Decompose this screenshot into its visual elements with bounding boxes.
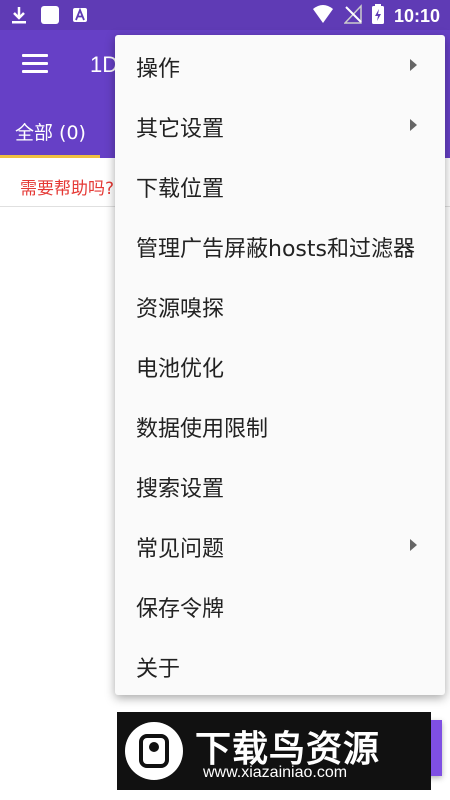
battery-charging-icon [371,4,384,28]
square-icon [40,5,60,29]
help-link[interactable]: 需要帮助吗? [20,174,114,199]
menu-item-search-settings[interactable]: 搜索设置 [115,455,445,515]
watermark-url: www.xiazainiao.com [203,764,348,781]
submenu-arrow-icon [410,539,417,551]
submenu-arrow-icon [410,119,417,131]
menu-item-resource-sniff[interactable]: 资源嗅探 [115,275,445,335]
menu-item-save-token[interactable]: 保存令牌 [115,575,445,635]
no-signal-icon [343,4,362,28]
menu-item-label: 操作 [136,57,181,82]
menu-item-label: 其它设置 [136,117,225,142]
status-bar: 10:10 [0,0,450,30]
status-time: 10:10 [393,5,440,26]
menu-item-battery-optimization[interactable]: 电池优化 [115,335,445,395]
menu-item-label: 下载位置 [136,177,225,202]
tab-all[interactable]: 全部 (0) [15,118,86,145]
menu-item-label: 资源嗅探 [136,297,225,322]
menu-item-adblock-hosts[interactable]: 管理广告屏蔽hosts和过滤器 [115,215,445,275]
menu-item-label: 关于 [136,657,181,682]
bird-logo-icon [125,722,183,780]
menu-item-operations[interactable]: 操作 [115,35,445,95]
menu-item-about[interactable]: 关于 [115,635,445,695]
menu-item-label: 电池优化 [136,357,225,382]
menu-item-label: 数据使用限制 [136,417,269,442]
overflow-menu: 操作 其它设置 下载位置 管理广告屏蔽hosts和过滤器 资源嗅探 电池优化 数… [115,35,445,695]
menu-item-label: 保存令牌 [136,597,225,622]
menu-item-label: 常见问题 [136,537,225,562]
menu-item-other-settings[interactable]: 其它设置 [115,95,445,155]
wifi-icon [312,4,334,28]
submenu-arrow-icon [410,59,417,71]
menu-item-faq[interactable]: 常见问题 [115,515,445,575]
app-title: 1D [90,52,119,77]
watermark-banner: 下载鸟资源 www.xiazainiao.com [117,712,431,790]
hamburger-icon[interactable] [22,54,48,74]
menu-item-label: 搜索设置 [136,477,225,502]
a-icon [72,7,88,27]
menu-item-download-location[interactable]: 下载位置 [115,155,445,215]
menu-item-data-limit[interactable]: 数据使用限制 [115,395,445,455]
menu-item-label: 管理广告屏蔽hosts和过滤器 [136,237,415,262]
download-icon [10,5,28,29]
